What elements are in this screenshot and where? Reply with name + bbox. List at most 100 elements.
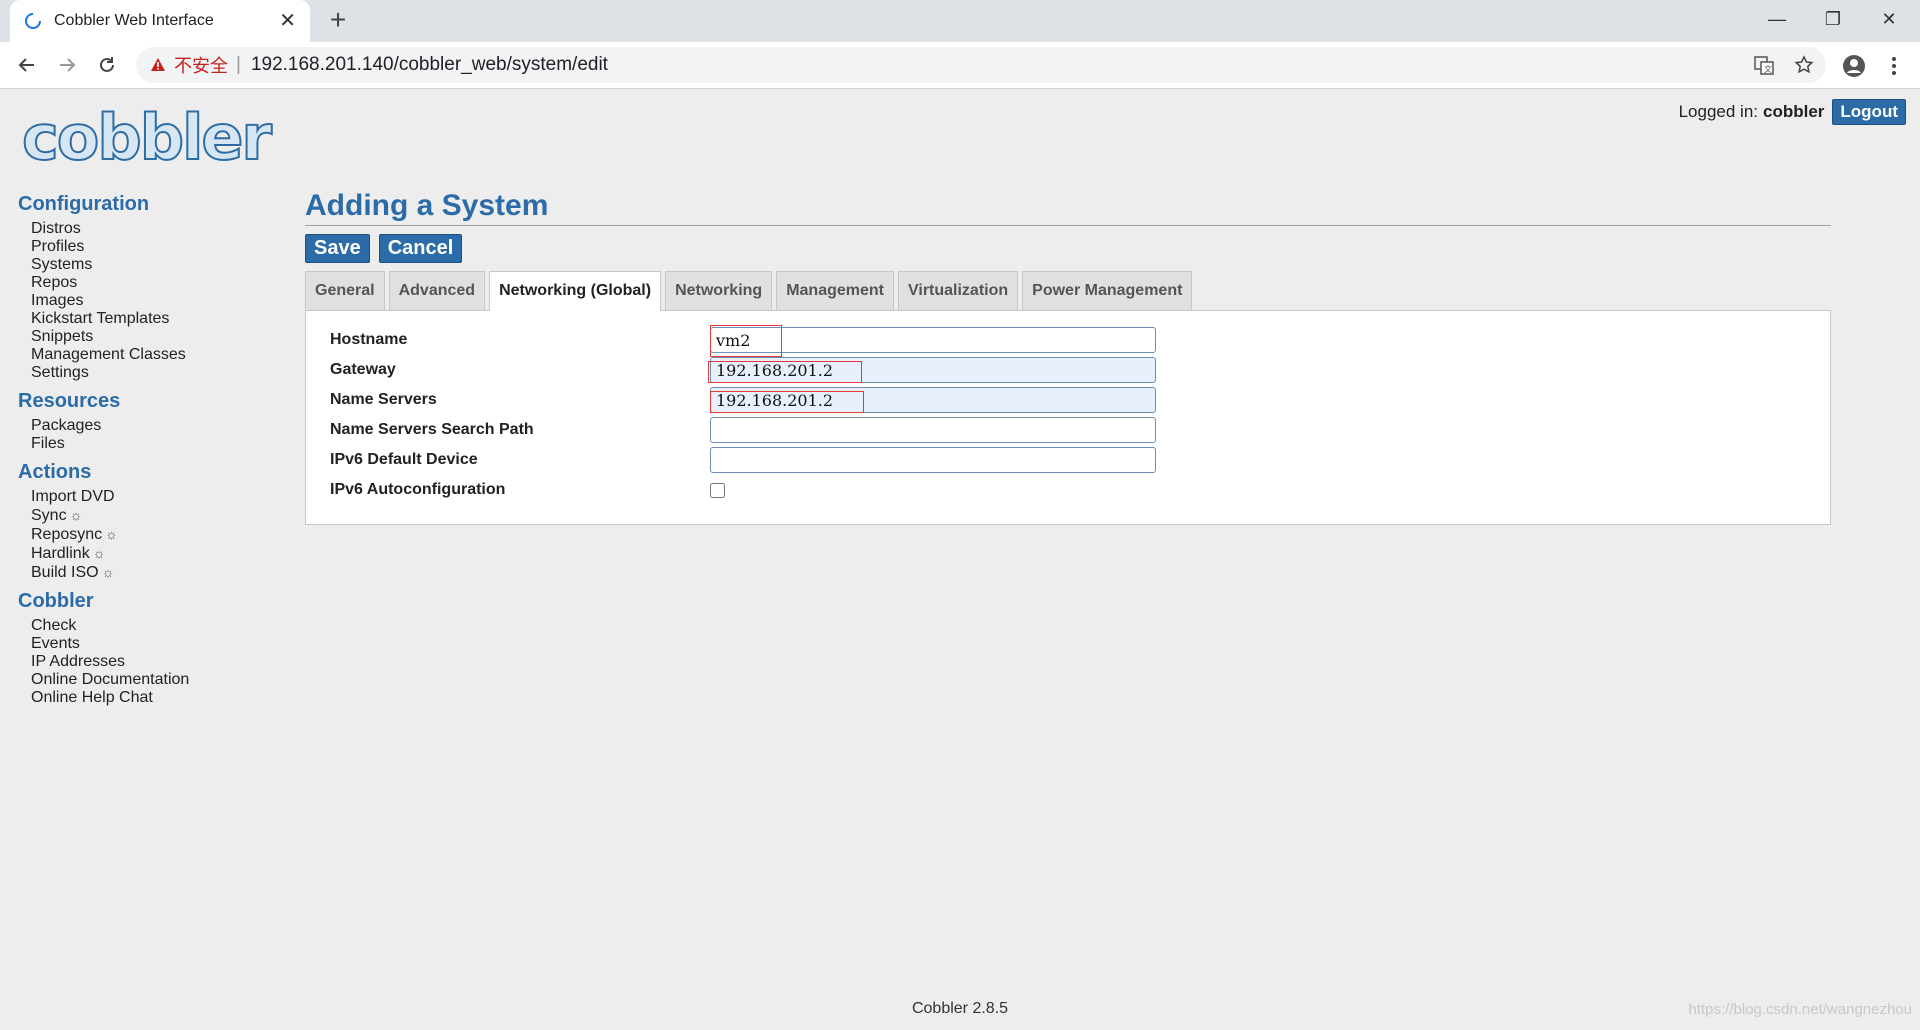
sidebar-item-check[interactable]: Check [31,617,76,634]
hostname-label: Hostname [330,331,408,348]
sidebar-item-online-documentation[interactable]: Online Documentation [31,671,189,688]
sidebar-item-distros[interactable]: Distros [31,220,81,237]
tab-advanced[interactable]: Advanced [388,271,486,310]
new-tab-button[interactable]: + [324,6,352,34]
sidebar-item-events[interactable]: Events [31,635,80,652]
sidebar-heading-actions: Actions [18,461,92,483]
profile-avatar-icon[interactable] [1838,50,1870,82]
gateway-input[interactable] [710,357,1156,383]
name-servers-input[interactable] [710,387,1156,413]
gear-icon: ☼ [101,564,115,580]
form-tabs: General Advanced Networking (Global) Networ… [305,271,1831,311]
sidebar-item-kickstart-templates[interactable]: Kickstart Templates [31,310,169,327]
sidebar-item: Events [31,635,278,653]
sidebar-item-repos[interactable]: Repos [31,274,77,291]
footer-version: Cobbler 2.8.5 [911,1000,1009,1017]
logged-in-label: Logged in: [1678,102,1758,121]
cancel-button[interactable]: Cancel [378,234,463,263]
minimize-button[interactable]: — [1750,0,1804,38]
reload-icon[interactable] [92,50,122,80]
translate-icon[interactable]: 文 [1754,47,1774,83]
form-actions: Save Cancel [305,234,1831,263]
sidebar-item-settings[interactable]: Settings [31,364,89,381]
logout-button[interactable]: Logout [1832,99,1906,125]
gear-icon: ☼ [69,507,83,523]
login-status: Logged in: cobbler Logout [1679,99,1906,125]
sidebar-item: Profiles [31,238,278,256]
ipv6-default-device-row: IPv6 Default Device [330,446,1156,474]
hostname-row: Hostname [330,326,1156,354]
cobbler-logo: cobbler [21,100,273,175]
tab-management[interactable]: Management [776,271,894,310]
sidebar-item-files[interactable]: Files [31,435,65,452]
sidebar-item: Build ISO ☼ [31,563,278,582]
browser-toolbar: 不安全 | 192.168.201.140/cobbler_web/system… [0,42,1920,89]
back-icon[interactable] [12,50,42,80]
sidebar-item: Kickstart Templates [31,310,278,328]
svg-text:文: 文 [1764,64,1772,74]
window-close-button[interactable]: ✕ [1862,0,1916,38]
url-separator: | [236,54,241,75]
sidebar-item: Import DVD [31,488,278,506]
sidebar-item-management-classes[interactable]: Management Classes [31,346,186,363]
sidebar-item: Hardlink ☼ [31,544,278,563]
main-panel: Adding a System Save Cancel General Advan… [305,189,1831,525]
search-path-input[interactable] [710,417,1156,443]
gear-icon: ☼ [105,526,118,542]
page-title: Adding a System [305,189,1831,226]
browser-tab-title: Cobbler Web Interface [54,12,214,29]
browser-tab[interactable]: Cobbler Web Interface ✕ [10,0,310,42]
gateway-label: Gateway [330,361,396,378]
ipv6-autoconfiguration-label: IPv6 Autoconfiguration [330,481,506,498]
ipv6-autoconfiguration-row: IPv6 Autoconfiguration [330,476,725,504]
insecure-label[interactable]: 不安全 [174,52,228,78]
sidebar-item: Distros [31,220,278,238]
sidebar-item-snippets[interactable]: Snippets [31,328,93,345]
save-button[interactable]: Save [305,234,370,263]
tab-networking[interactable]: Networking [665,271,773,310]
sidebar-list: Check Events IP Addresses Online Documentat… [18,617,278,707]
ipv6-autoconfiguration-checkbox[interactable] [710,482,725,498]
networking-global-form: Hostname Gateway Name Servers Name Serve… [305,310,1831,525]
sidebar-item-profiles[interactable]: Profiles [31,238,84,255]
loading-spinner-icon [25,13,41,29]
maximize-button[interactable]: ❐ [1806,0,1860,38]
sidebar-list: Import DVD Sync ☼ Reposync ☼ Hardlink ☼ Build I… [18,488,278,582]
forward-icon[interactable] [52,50,82,80]
tab-close-icon[interactable]: ✕ [279,11,296,31]
sidebar-item-reposync[interactable]: Reposync [31,526,102,543]
sidebar-item-sync[interactable]: Sync [31,507,67,524]
sidebar-item: Files [31,435,278,453]
address-bar[interactable]: 不安全 | 192.168.201.140/cobbler_web/system… [136,47,1826,83]
sidebar-list: Packages Files [18,417,278,453]
tab-networking-global[interactable]: Networking (Global) [489,271,662,311]
url-text[interactable]: 192.168.201.140/cobbler_web/system/edit [251,54,608,76]
browser-menu-icon[interactable] [1878,50,1910,82]
sidebar-item-hardlink[interactable]: Hardlink [31,545,90,562]
sidebar-item-images[interactable]: Images [31,292,83,309]
bookmark-star-icon[interactable] [1794,47,1814,83]
tab-virtualization[interactable]: Virtualization [897,271,1019,310]
sidebar-item: Management Classes [31,346,278,364]
sidebar-item-ip-addresses[interactable]: IP Addresses [31,653,125,670]
ipv6-default-device-label: IPv6 Default Device [330,451,478,468]
ipv6-default-device-input[interactable] [710,447,1156,473]
sidebar-item-online-help-chat[interactable]: Online Help Chat [31,689,153,706]
sidebar-item: Packages [31,417,278,435]
logged-in-username: cobbler [1763,102,1825,121]
sidebar-item-packages[interactable]: Packages [31,417,101,434]
tab-general[interactable]: General [305,271,385,310]
sidebar-item: Repos [31,274,278,292]
browser-tab-strip: Cobbler Web Interface ✕ + — ❐ ✕ [0,0,1920,42]
search-path-row: Name Servers Search Path [330,416,1156,444]
sidebar-item-import-dvd[interactable]: Import DVD [31,488,115,505]
tab-power-management[interactable]: Power Management [1022,271,1193,310]
sidebar-item-systems[interactable]: Systems [31,256,92,273]
sidebar-nav: Configuration Distros Profiles Systems Repos… [18,193,278,715]
sidebar-list: Distros Profiles Systems Repos Images Kicksta… [18,220,278,382]
hostname-input[interactable] [710,327,1156,353]
sidebar-heading-cobbler: Cobbler [18,590,94,612]
gateway-row: Gateway [330,356,1156,384]
sidebar-item-build-iso[interactable]: Build ISO [31,564,99,581]
gear-icon: ☼ [92,545,106,561]
